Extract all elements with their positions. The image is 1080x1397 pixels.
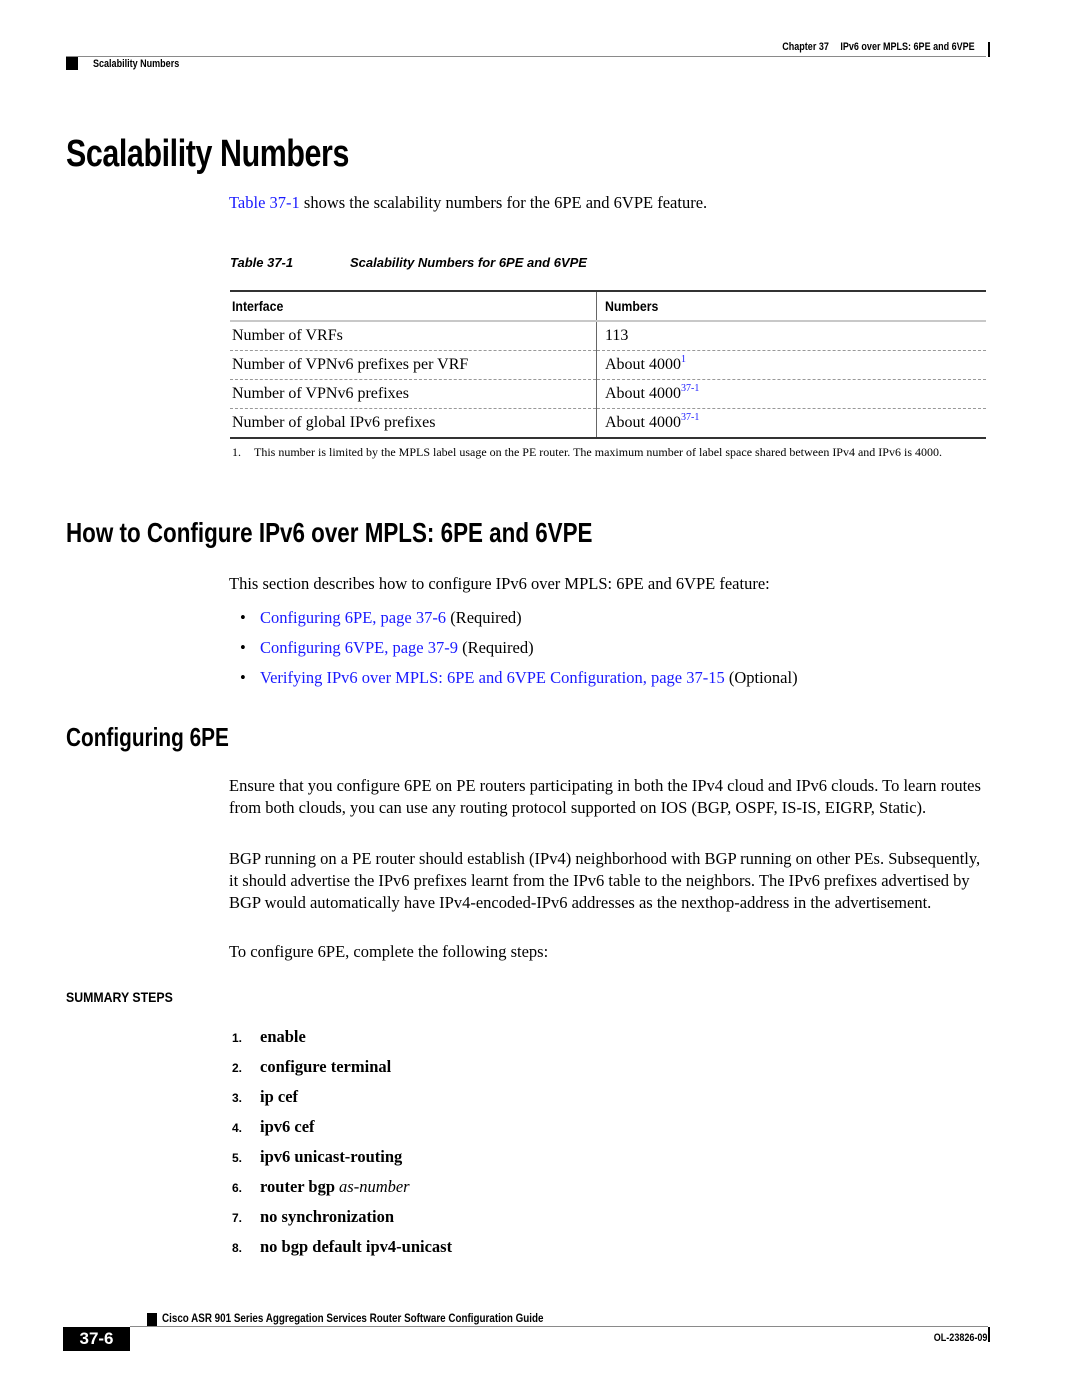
page-number-badge: 37-6 [63, 1327, 130, 1351]
table-row: Number of VRFs 113 [230, 321, 986, 351]
running-header-section: Scalability Numbers [93, 58, 180, 70]
step-command: ip cef [260, 1087, 299, 1106]
footer-guide-title: Cisco ASR 901 Series Aggregation Service… [162, 1311, 544, 1325]
link-configuring-6vpe[interactable]: Configuring 6VPE, page 37-9 [260, 638, 458, 657]
header-rule [66, 56, 986, 57]
requirement-label: (Required) [457, 638, 534, 657]
table-footnote: 1. This number is limited by the MPLS lab… [232, 444, 992, 460]
section-title-scalability: Scalability Numbers [66, 133, 349, 175]
table-row: Number of VPNv6 prefixes About 400037-1 [230, 379, 986, 409]
footnote-ref-link[interactable]: 37-1 [681, 383, 699, 394]
footer-rule [130, 1326, 988, 1327]
how-to-intro: This section describes how to configure … [229, 574, 770, 593]
header-square-marker [66, 57, 78, 70]
step-number: 3. [232, 1091, 243, 1105]
scalability-intro: Table 37-1 shows the scalability numbers… [229, 192, 989, 214]
bullet-icon: • [240, 668, 246, 687]
table-37-1-link[interactable]: Table 37-1 [229, 193, 300, 212]
configuring-6pe-para-1: Ensure that you configure 6PE on PE rout… [229, 776, 981, 817]
cell-number: 113 [596, 321, 986, 351]
step-command: no synchronization [260, 1207, 395, 1226]
step-item: 8. no bgp default ipv4-unicast [232, 1232, 452, 1262]
cell-interface: Number of VPNv6 prefixes [230, 379, 597, 409]
chapter-title: IPv6 over MPLS: 6PE and 6VPE [840, 41, 975, 53]
footer-bar-marker [988, 1327, 990, 1342]
bullet-icon: • [240, 608, 246, 627]
step-argument: as-number [339, 1177, 410, 1196]
step-number: 8. [232, 1241, 243, 1255]
procedure-link-list: • Configuring 6PE, page 37-6 (Required) … [240, 603, 798, 693]
footnote-text: This number is limited by the MPLS label… [254, 445, 942, 459]
running-header-chapter: Chapter 37 IPv6 over MPLS: 6PE and 6VPE [783, 41, 975, 53]
requirement-label: (Optional) [724, 668, 798, 687]
table-header-row: Interface Numbers [230, 290, 986, 322]
scalability-table: Interface Numbers Number of VRFs 113 Num… [230, 290, 986, 439]
footnote-ref-link[interactable]: 37-1 [681, 412, 699, 423]
table-row: Number of global IPv6 prefixes About 400… [230, 408, 986, 439]
cell-interface: Number of global IPv6 prefixes [230, 408, 597, 439]
link-verifying-6pe-6vpe[interactable]: Verifying IPv6 over MPLS: 6PE and 6VPE C… [260, 668, 725, 687]
summary-steps-list: 1. enable 2. configure terminal 3. ip cef 4… [232, 1022, 452, 1262]
header-bar-marker [988, 42, 990, 57]
step-item: 3. ip cef [232, 1082, 452, 1112]
cell-number: About 400037-1 [596, 379, 986, 409]
step-number: 1. [232, 1031, 243, 1045]
step-command: ipv6 cef [260, 1117, 315, 1136]
configuring-6pe-para-2: BGP running on a PE router should establ… [229, 849, 981, 912]
list-item: • Configuring 6VPE, page 37-9 (Required) [240, 633, 798, 663]
footnote-number: 1. [232, 445, 241, 459]
chapter-label: Chapter 37 [782, 41, 830, 53]
cell-interface: Number of VPNv6 prefixes per VRF [230, 350, 597, 380]
cell-interface: Number of VRFs [230, 321, 597, 351]
section-title-configuring-6pe: Configuring 6PE [66, 722, 229, 752]
step-item: 6. router bgp as-number [232, 1172, 452, 1202]
step-command: router bgp [260, 1177, 336, 1196]
bullet-icon: • [240, 638, 246, 657]
footer-doc-id: OL-23826-09 [933, 1332, 987, 1344]
table-caption: Table 37-1 Scalability Numbers for 6PE an… [230, 255, 587, 270]
step-command: ipv6 unicast-routing [260, 1147, 403, 1166]
step-number: 5. [232, 1151, 243, 1165]
cell-number: About 400037-1 [596, 408, 986, 439]
step-item: 4. ipv6 cef [232, 1112, 452, 1142]
scalability-intro-text: shows the scalability numbers for the 6P… [299, 193, 708, 212]
section-title-how-to-configure: How to Configure IPv6 over MPLS: 6PE and… [66, 517, 593, 548]
cell-number: About 40001 [596, 350, 986, 380]
column-header-numbers: Numbers [596, 290, 986, 322]
footnote-ref-link[interactable]: 1 [681, 354, 686, 365]
step-command: enable [260, 1027, 306, 1046]
column-header-interface: Interface [230, 290, 597, 322]
table-row: Number of VPNv6 prefixes per VRF About 4… [230, 350, 986, 380]
step-item: 7. no synchronization [232, 1202, 452, 1232]
step-item: 2. configure terminal [232, 1052, 452, 1082]
link-configuring-6pe[interactable]: Configuring 6PE, page 37-6 [260, 608, 446, 627]
step-command: configure terminal [260, 1057, 392, 1076]
step-item: 1. enable [232, 1022, 452, 1052]
list-item: • Configuring 6PE, page 37-6 (Required) [240, 603, 798, 633]
table-caption-title: Scalability Numbers for 6PE and 6VPE [350, 255, 587, 270]
step-number: 2. [232, 1061, 243, 1075]
step-item: 5. ipv6 unicast-routing [232, 1142, 452, 1172]
configuring-6pe-para-3: To configure 6PE, complete the following… [229, 942, 549, 961]
step-number: 4. [232, 1121, 243, 1135]
requirement-label: (Required) [446, 608, 522, 627]
summary-steps-heading: SUMMARY STEPS [66, 989, 173, 1005]
step-command: no bgp default ipv4-unicast [260, 1237, 453, 1256]
step-number: 7. [232, 1211, 243, 1225]
table-caption-number: Table 37-1 [230, 255, 294, 270]
footer-square-marker [147, 1313, 157, 1326]
list-item: • Verifying IPv6 over MPLS: 6PE and 6VPE… [240, 663, 798, 693]
step-number: 6. [232, 1181, 243, 1195]
